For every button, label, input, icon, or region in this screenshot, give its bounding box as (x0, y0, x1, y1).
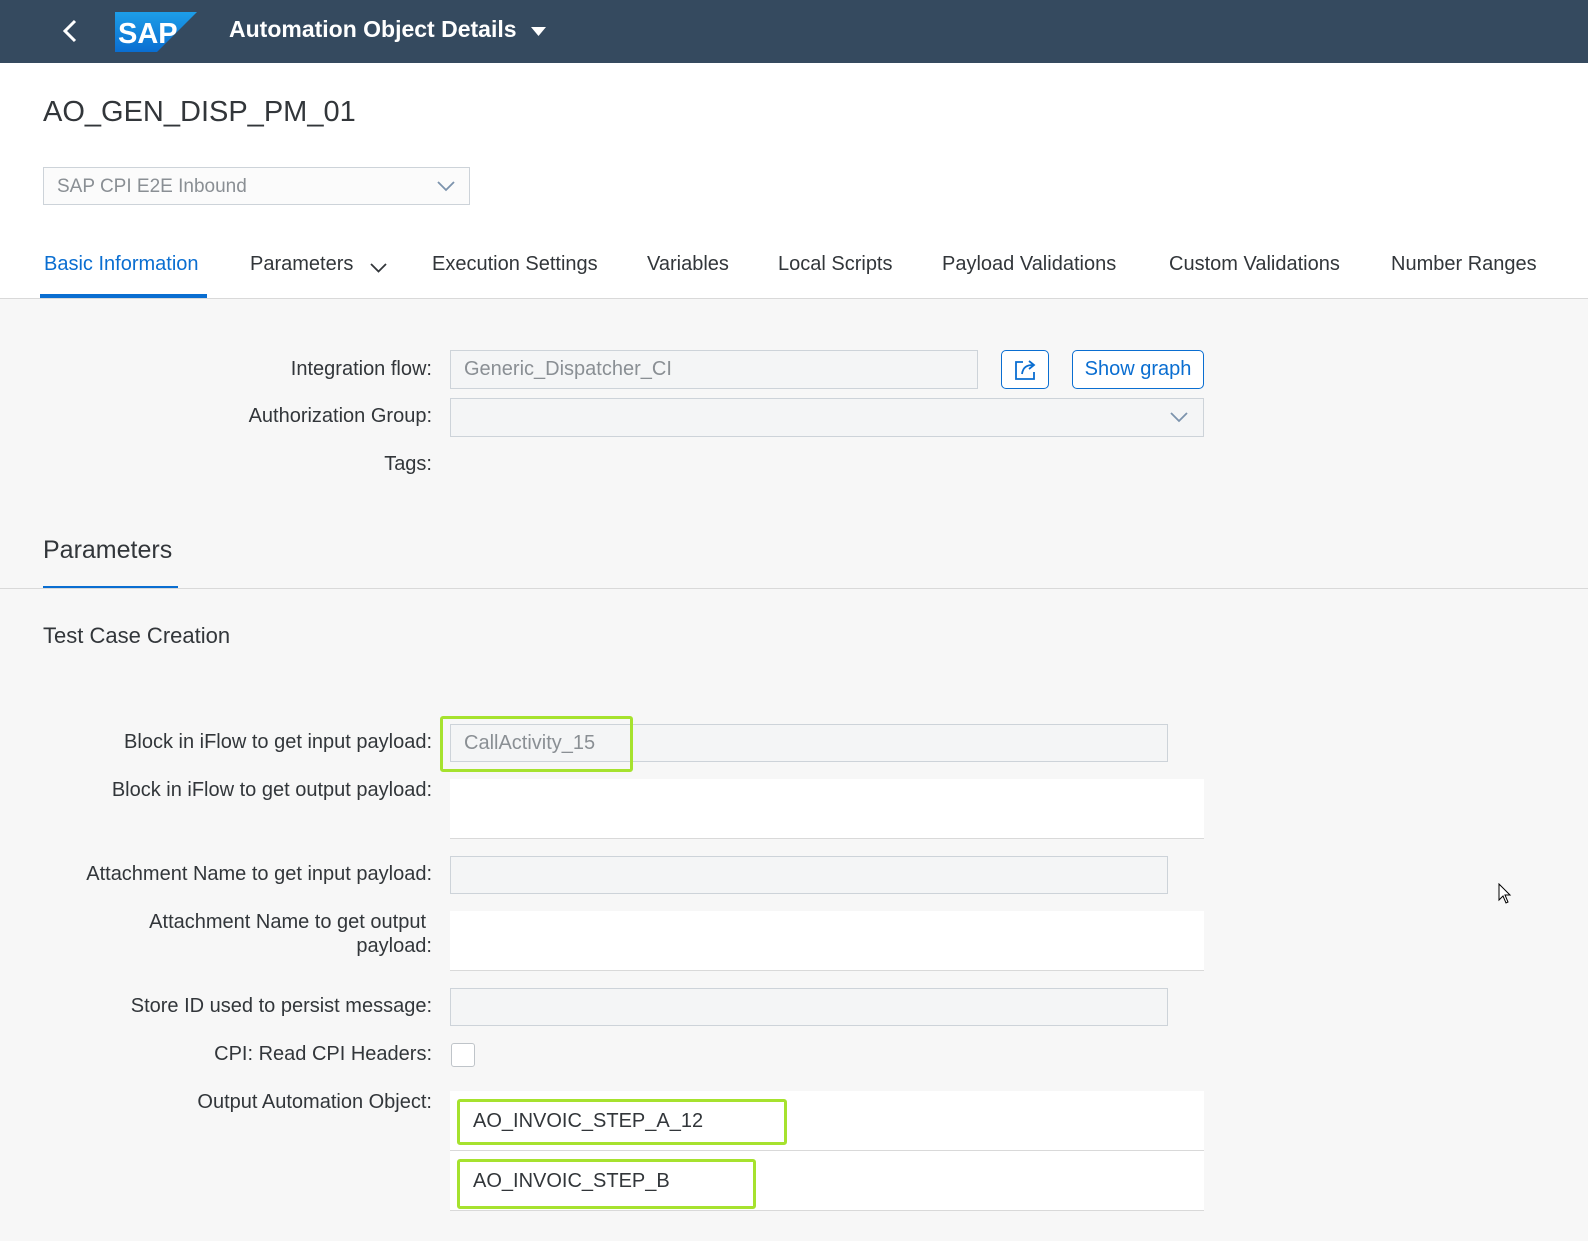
tab-number-ranges[interactable]: Number Ranges (1391, 253, 1537, 299)
show-graph-button[interactable]: Show graph (1072, 350, 1204, 389)
attach-output-label-cont: payload: (356, 935, 432, 957)
chevron-down-icon (437, 181, 455, 192)
chevron-down-icon[interactable] (370, 263, 387, 273)
caret-down-icon[interactable] (531, 27, 546, 37)
tab-payload-validations[interactable]: Payload Validations (942, 253, 1116, 299)
highlight-box (457, 1099, 787, 1145)
store-id-field[interactable] (450, 988, 1168, 1026)
header-divider (0, 298, 1588, 299)
tags-label: Tags: (384, 453, 432, 475)
attach-output-list[interactable] (450, 911, 1204, 971)
block-output-label: Block in iFlow to get output payload: (111, 779, 432, 801)
tab-custom-validations[interactable]: Custom Validations (1169, 253, 1340, 299)
integration-flow-value: Generic_Dispatcher_CI (464, 358, 672, 380)
authorization-group-label: Authorization Group: (248, 405, 432, 427)
block-output-list[interactable] (450, 779, 1204, 839)
integration-flow-label: Integration flow: (290, 358, 432, 380)
cpi-headers-label: CPI: Read CPI Headers: (214, 1043, 432, 1065)
test-case-creation-title: Test Case Creation (43, 623, 231, 648)
back-button[interactable] (56, 14, 86, 48)
attach-output-label: Attachment Name to get output (149, 911, 426, 933)
integration-flow-field[interactable]: Generic_Dispatcher_CI (450, 350, 978, 389)
output-ao-label: Output Automation Object: (197, 1091, 432, 1113)
tab-parameters[interactable]: Parameters (250, 253, 353, 299)
variant-select[interactable]: SAP CPI E2E Inbound (43, 167, 470, 205)
highlight-box (440, 716, 633, 772)
highlight-box (457, 1159, 756, 1209)
block-input-label: Block in iFlow to get input payload: (124, 731, 432, 753)
chevron-down-icon (1170, 412, 1188, 423)
sap-logo: SAP (115, 12, 197, 52)
attach-input-field[interactable] (450, 856, 1168, 894)
open-external-icon (1015, 360, 1036, 380)
mouse-cursor-icon (1498, 883, 1512, 904)
sap-logo-text: SAP (118, 18, 178, 50)
chevron-left-icon (62, 19, 77, 43)
tab-basic-information[interactable]: Basic Information (44, 253, 199, 299)
app-title[interactable]: Automation Object Details (229, 16, 517, 43)
section-divider (0, 588, 1588, 589)
tab-variables[interactable]: Variables (647, 253, 729, 299)
variant-select-value: SAP CPI E2E Inbound (57, 176, 247, 197)
tab-bar: Basic Information Parameters Execution S… (0, 253, 1588, 299)
authorization-group-select[interactable] (450, 398, 1204, 437)
object-title: AO_GEN_DISP_PM_01 (43, 96, 356, 128)
tab-local-scripts[interactable]: Local Scripts (778, 253, 893, 299)
open-integration-flow-button[interactable] (1001, 350, 1049, 389)
tab-execution-settings[interactable]: Execution Settings (432, 253, 598, 299)
attach-input-label: Attachment Name to get input payload: (86, 863, 432, 885)
parameters-section-title: Parameters (43, 536, 173, 564)
store-id-label: Store ID used to persist message: (130, 995, 432, 1017)
object-header: AO_GEN_DISP_PM_01 SAP CPI E2E Inbound Ba… (0, 63, 1588, 299)
shell-bar: SAP Automation Object Details (0, 0, 1588, 63)
cpi-headers-checkbox[interactable] (451, 1043, 475, 1067)
